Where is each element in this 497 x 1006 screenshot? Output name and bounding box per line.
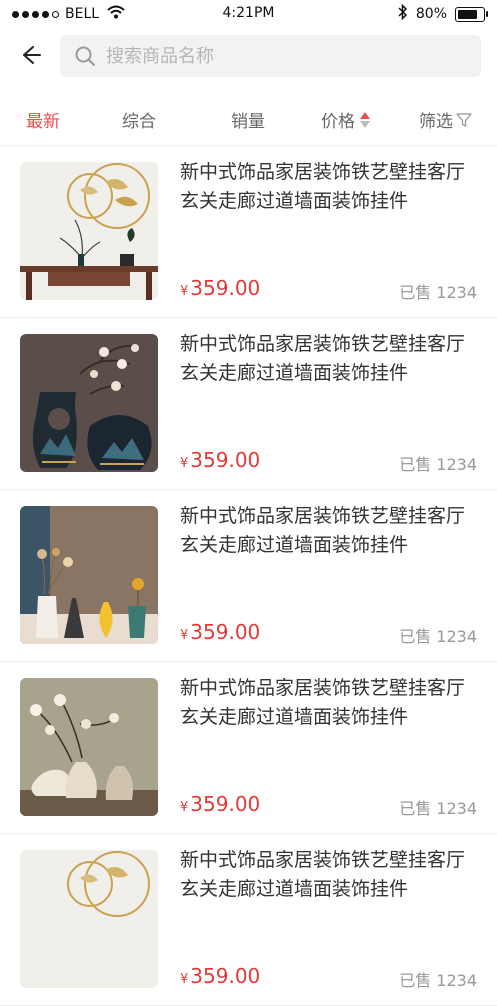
product-price: ¥359.00 <box>180 792 260 816</box>
product-price: ¥359.00 <box>180 620 260 644</box>
tab-latest[interactable]: 最新 <box>26 107 60 132</box>
funnel-icon <box>456 112 472 128</box>
price-value: 359.00 <box>190 792 261 816</box>
sold-count: 已售 1234 <box>399 283 477 302</box>
product-item[interactable]: 新中式饰品家居装饰铁艺壁挂客厅玄关走廊过道墙面装饰挂件 ¥359.00 已售 1… <box>0 490 497 662</box>
tab-overall-label: 综合 <box>122 112 156 132</box>
sold-count: 已售 1234 <box>399 799 477 818</box>
tab-latest-label: 最新 <box>26 112 60 132</box>
tab-price-label: 价格 <box>321 112 355 132</box>
price-value: 359.00 <box>190 276 261 300</box>
currency-symbol: ¥ <box>180 972 189 987</box>
product-title[interactable]: 新中式饰品家居装饰铁艺壁挂客厅玄关走廊过道墙面装饰挂件 <box>180 846 480 904</box>
battery-percent: 80% <box>415 6 447 22</box>
status-bar: BELL 4:21PM 80% <box>0 0 497 28</box>
price-value: 359.00 <box>190 964 261 988</box>
product-price: ¥359.00 <box>180 276 260 300</box>
tab-sales-label: 销量 <box>231 112 265 132</box>
product-price: ¥359.00 <box>180 448 260 472</box>
currency-symbol: ¥ <box>180 628 189 643</box>
search-box[interactable] <box>60 35 481 77</box>
price-value: 359.00 <box>190 620 261 644</box>
product-title[interactable]: 新中式饰品家居装饰铁艺壁挂客厅玄关走廊过道墙面装饰挂件 <box>180 502 480 560</box>
bluetooth-icon <box>398 3 408 24</box>
currency-symbol: ¥ <box>180 284 189 299</box>
product-image-dried-flowers[interactable] <box>20 506 158 644</box>
product-title[interactable]: 新中式饰品家居装饰铁艺壁挂客厅玄关走廊过道墙面装饰挂件 <box>180 158 480 216</box>
search-input[interactable] <box>104 44 448 68</box>
tab-filter-label: 筛选 <box>419 112 453 132</box>
product-item[interactable]: 新中式饰品家居装饰铁艺壁挂客厅玄关走廊过道墙面装饰挂件 ¥359.00 已售 1… <box>0 662 497 834</box>
product-item[interactable]: 新中式饰品家居装饰铁艺壁挂客厅玄关走廊过道墙面装饰挂件 ¥359.00 已售 1… <box>0 834 497 1006</box>
currency-symbol: ¥ <box>180 800 189 815</box>
product-item[interactable]: 新中式饰品家居装饰铁艺壁挂客厅玄关走廊过道墙面装饰挂件 ¥359.00 已售 1… <box>0 146 497 318</box>
tab-sales[interactable]: 销量 <box>231 107 265 132</box>
price-value: 359.00 <box>190 448 261 472</box>
nav-bar <box>0 28 497 88</box>
sold-count: 已售 1234 <box>399 455 477 474</box>
currency-symbol: ¥ <box>180 456 189 471</box>
search-icon <box>74 45 96 67</box>
product-item[interactable]: 新中式饰品家居装饰铁艺壁挂客厅玄关走廊过道墙面装饰挂件 ¥359.00 已售 1… <box>0 318 497 490</box>
sold-count: 已售 1234 <box>399 627 477 646</box>
back-button[interactable] <box>14 40 48 74</box>
tab-filter[interactable]: 筛选 <box>419 107 472 132</box>
status-right: 80% <box>398 3 488 24</box>
product-list: 新中式饰品家居装饰铁艺壁挂客厅玄关走廊过道墙面装饰挂件 ¥359.00 已售 1… <box>0 146 497 1006</box>
product-image-ceramic-vases[interactable] <box>20 678 158 816</box>
arrow-left-icon <box>20 44 42 70</box>
battery-icon <box>455 6 488 22</box>
product-image-wall-decor[interactable] <box>20 162 158 300</box>
product-title[interactable]: 新中式饰品家居装饰铁艺壁挂客厅玄关走廊过道墙面装饰挂件 <box>180 674 480 732</box>
filter-bar: 最新 综合 销量 价格 筛选 <box>0 95 497 141</box>
sold-count: 已售 1234 <box>399 971 477 990</box>
product-title[interactable]: 新中式饰品家居装饰铁艺壁挂客厅玄关走廊过道墙面装饰挂件 <box>180 330 480 388</box>
tab-price[interactable]: 价格 <box>321 107 371 132</box>
product-image-wall-decor[interactable] <box>20 850 158 988</box>
sort-arrows-icon <box>359 111 371 129</box>
tab-overall[interactable]: 综合 <box>122 107 156 132</box>
product-price: ¥359.00 <box>180 964 260 988</box>
product-image-vase-plum[interactable] <box>20 334 158 472</box>
